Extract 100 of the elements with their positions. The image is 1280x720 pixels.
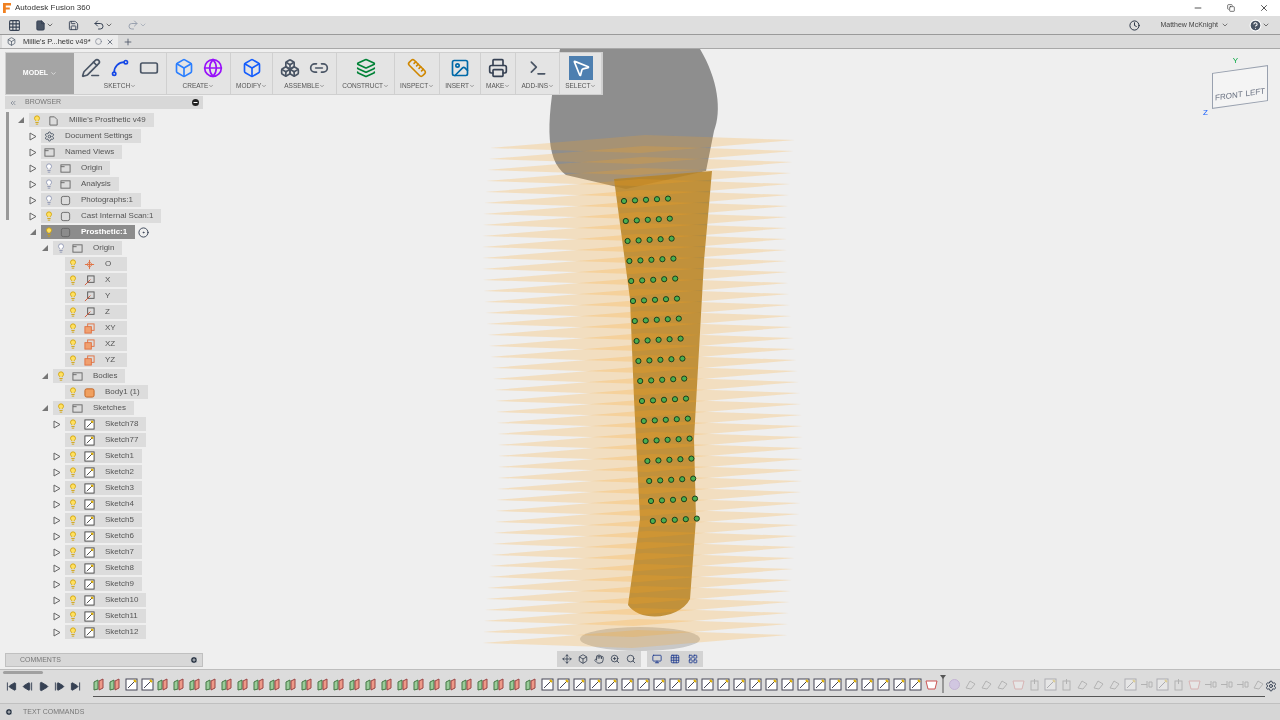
- plane-feature-icon[interactable]: [253, 677, 266, 691]
- lightbulb-icon[interactable]: [44, 179, 54, 189]
- body-feature-icon[interactable]: [925, 677, 938, 691]
- sketch-feature-icon[interactable]: [557, 677, 570, 691]
- tree-item[interactable]: Sketch8: [65, 561, 142, 575]
- collapsed-arrow-icon[interactable]: [53, 499, 61, 509]
- fit-button[interactable]: [626, 654, 636, 664]
- tree-item[interactable]: Sketch78: [65, 417, 147, 431]
- collapsed-arrow-icon[interactable]: [53, 627, 61, 637]
- tree-item[interactable]: Sketch3: [65, 481, 142, 495]
- tree-item[interactable]: Millie's Prosthetic v49: [29, 113, 154, 127]
- plane-feature-icon[interactable]: [397, 677, 410, 691]
- view-cube[interactable]: FRONT LEFT: [1212, 65, 1268, 109]
- expanded-arrow-icon[interactable]: [29, 228, 37, 236]
- collapsed-arrow-icon[interactable]: [29, 179, 37, 189]
- sketch-feature-icon[interactable]: [877, 677, 890, 691]
- tree-item[interactable]: Sketch4: [65, 497, 142, 511]
- add-comment-icon[interactable]: [190, 656, 198, 664]
- sketch-feature-icon[interactable]: [797, 677, 810, 691]
- save-button[interactable]: [68, 19, 79, 31]
- tree-item[interactable]: Origin: [41, 161, 111, 175]
- expanded-arrow-icon[interactable]: [17, 116, 25, 124]
- expand-icon[interactable]: [5, 708, 13, 716]
- tree-item[interactable]: Sketch12: [65, 625, 147, 639]
- tree-item[interactable]: Sketch11: [65, 609, 146, 623]
- tool-button[interactable]: [79, 56, 103, 80]
- zoom-button[interactable]: [610, 654, 620, 664]
- plane-feature-icon[interactable]: [509, 677, 522, 691]
- tree-item[interactable]: Sketches: [53, 401, 134, 415]
- collapsed-arrow-icon[interactable]: [53, 579, 61, 589]
- first-step-button[interactable]: [6, 680, 17, 692]
- collapsed-arrow-icon[interactable]: [53, 419, 61, 429]
- collapsed-arrow-icon[interactable]: [29, 163, 37, 173]
- tree-item[interactable]: Sketch1: [65, 449, 142, 463]
- undo-button[interactable]: [93, 19, 113, 31]
- job-status-button[interactable]: [1129, 19, 1141, 31]
- sketch-feature-icon[interactable]: [541, 677, 554, 691]
- tree-item[interactable]: Sketch5: [65, 513, 142, 527]
- help-button[interactable]: [1249, 18, 1270, 32]
- collapsed-arrow-icon[interactable]: [53, 483, 61, 493]
- close-icon[interactable]: [105, 37, 114, 46]
- pan-button[interactable]: [594, 654, 604, 664]
- tree-item[interactable]: X: [65, 273, 127, 287]
- sketch-feature-icon[interactable]: [573, 677, 586, 691]
- grid-settings-button[interactable]: [670, 654, 680, 664]
- tree-item[interactable]: Z: [65, 305, 127, 319]
- tree-item[interactable]: XY: [65, 321, 127, 335]
- collapsed-arrow-icon[interactable]: [29, 147, 37, 157]
- tool-button[interactable]: [201, 56, 225, 80]
- tree-item[interactable]: Named Views: [41, 145, 123, 159]
- tree-item[interactable]: Body1 (1): [65, 385, 148, 399]
- sketch-feature-icon[interactable]: [685, 677, 698, 691]
- sketch-feature-icon[interactable]: [669, 677, 682, 691]
- collapsed-arrow-icon[interactable]: [53, 595, 61, 605]
- plane-feature-icon[interactable]: [301, 677, 314, 691]
- tree-item[interactable]: Photographs:1: [41, 193, 142, 207]
- next-step-button[interactable]: [54, 680, 65, 692]
- collapsed-arrow-icon[interactable]: [29, 131, 37, 141]
- look-at-button[interactable]: [578, 654, 588, 664]
- sketch-feature-icon[interactable]: [653, 677, 666, 691]
- tree-item[interactable]: Prosthetic:1: [41, 225, 136, 239]
- display-settings-button[interactable]: [652, 654, 662, 664]
- sketch-feature-icon[interactable]: [605, 677, 618, 691]
- plane-feature-icon[interactable]: [189, 677, 202, 691]
- collapsed-arrow-icon[interactable]: [53, 451, 61, 461]
- collapsed-arrow-icon[interactable]: [29, 211, 37, 221]
- plane-feature-icon[interactable]: [349, 677, 362, 691]
- tree-item[interactable]: Origin: [53, 241, 123, 255]
- pin-icon[interactable]: [192, 99, 199, 106]
- collapsed-arrow-icon[interactable]: [53, 467, 61, 477]
- plane-feature-icon[interactable]: [285, 677, 298, 691]
- orbit-button[interactable]: [562, 654, 572, 664]
- plane-feature-icon[interactable]: [173, 677, 186, 691]
- sketch-feature-icon[interactable]: [813, 677, 826, 691]
- sketch-feature-icon[interactable]: [589, 677, 602, 691]
- sketch-feature-icon[interactable]: [701, 677, 714, 691]
- collapsed-arrow-icon[interactable]: [53, 531, 61, 541]
- tree-item[interactable]: Sketch9: [65, 577, 142, 591]
- sketch-feature-icon[interactable]: [765, 677, 778, 691]
- tree-item[interactable]: Sketch6: [65, 529, 142, 543]
- plane-feature-icon[interactable]: [317, 677, 330, 691]
- plane-feature-icon[interactable]: [269, 677, 282, 691]
- plane-feature-icon[interactable]: [461, 677, 474, 691]
- tree-item[interactable]: Cast Internal Scan:1: [41, 209, 162, 223]
- tree-item[interactable]: O: [65, 257, 127, 271]
- plane-feature-icon[interactable]: [333, 677, 346, 691]
- collapsed-arrow-icon[interactable]: [53, 547, 61, 557]
- sketch-feature-icon[interactable]: [141, 677, 154, 691]
- tree-item[interactable]: Sketch77: [65, 433, 147, 447]
- lightbulb-icon[interactable]: [44, 163, 54, 173]
- tree-item[interactable]: Analysis: [41, 177, 119, 191]
- sketch-feature-icon[interactable]: [733, 677, 746, 691]
- apps-grid-button[interactable]: [7, 18, 21, 32]
- viewports-button[interactable]: [688, 654, 698, 664]
- tree-item[interactable]: Sketch2: [65, 465, 142, 479]
- sketch-feature-icon[interactable]: [893, 677, 906, 691]
- sketch-feature-icon[interactable]: [829, 677, 842, 691]
- sketch-feature-icon[interactable]: [861, 677, 874, 691]
- sketch-feature-icon[interactable]: [717, 677, 730, 691]
- plane-feature-icon[interactable]: [429, 677, 442, 691]
